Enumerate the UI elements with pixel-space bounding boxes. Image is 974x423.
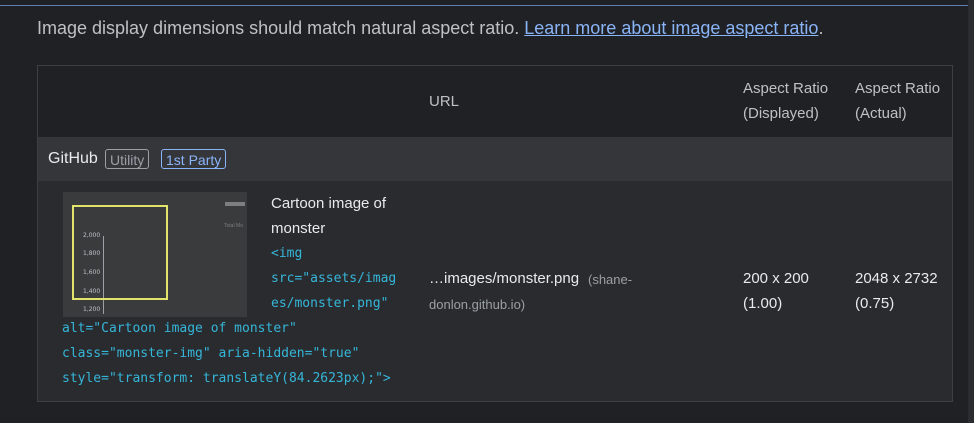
header-actual-line1: Aspect Ratio (855, 80, 941, 97)
actual-ratio-size: 2048 x 2732 (855, 270, 938, 287)
entity-name: GitHub (48, 150, 98, 167)
snippet-line: alt="Cartoon image of monster" (62, 321, 297, 336)
aspect-ratio-table: URL Aspect Ratio (Displayed) Aspect Rati… (37, 65, 953, 402)
learn-more-link[interactable]: Learn more about image aspect ratio (524, 18, 818, 38)
resource-url[interactable]: …images/monster.png (429, 266, 579, 291)
thumbnail-corner-text: Total Mo (224, 223, 243, 229)
category-badge: Utility (105, 149, 150, 169)
header-displayed-line2: (Displayed) (743, 105, 819, 122)
actual-ratio-value: (0.75) (855, 295, 895, 312)
node-label-line2: monster (271, 220, 326, 237)
first-party-badge: 1st Party (161, 149, 227, 169)
thumbnail-toolbar-bar (225, 202, 245, 206)
entity-group-row: GitHub Utility 1st Party (38, 137, 952, 181)
table-row[interactable]: Total Mo 2,000 1,800 1,600 1,400 1,200 C… (38, 181, 952, 401)
header-actual-line2: (Actual) (855, 105, 907, 122)
displayed-ratio-value: (1.00) (743, 295, 783, 312)
snippet-line: src="assets/imag (271, 271, 397, 286)
url-origin-line1: (shane- (588, 272, 633, 287)
image-thumbnail[interactable]: Total Mo 2,000 1,800 1,600 1,400 1,200 (63, 192, 247, 317)
header-url: URL (429, 93, 460, 110)
node-label[interactable]: Cartoon image of monster (271, 191, 411, 241)
scrollbar[interactable] (968, 0, 974, 423)
snippet-line: class="monster-img" aria-hidden="true" (62, 346, 360, 361)
description-text: Image display dimensions should match na… (37, 18, 525, 38)
description-suffix: . (818, 18, 824, 38)
table-header: URL Aspect Ratio (Displayed) Aspect Rati… (38, 66, 952, 138)
displayed-ratio-size: 200 x 200 (743, 270, 809, 287)
header-displayed-line1: Aspect Ratio (743, 80, 829, 97)
node-label-line1: Cartoon image of (271, 195, 387, 212)
url-origin-line2: donlon.github.io) (429, 297, 526, 312)
audit-description: Image display dimensions should match na… (37, 18, 823, 39)
panel-top-border (0, 5, 968, 6)
thumbnail-tick-label: 1,200 (83, 306, 101, 313)
snippet-line: <img (271, 246, 303, 261)
element-highlight-box (72, 205, 168, 300)
snippet-line: style="transform: translateY(84.2623px);… (62, 371, 391, 386)
snippet-line: es/monster.png" (271, 296, 389, 311)
